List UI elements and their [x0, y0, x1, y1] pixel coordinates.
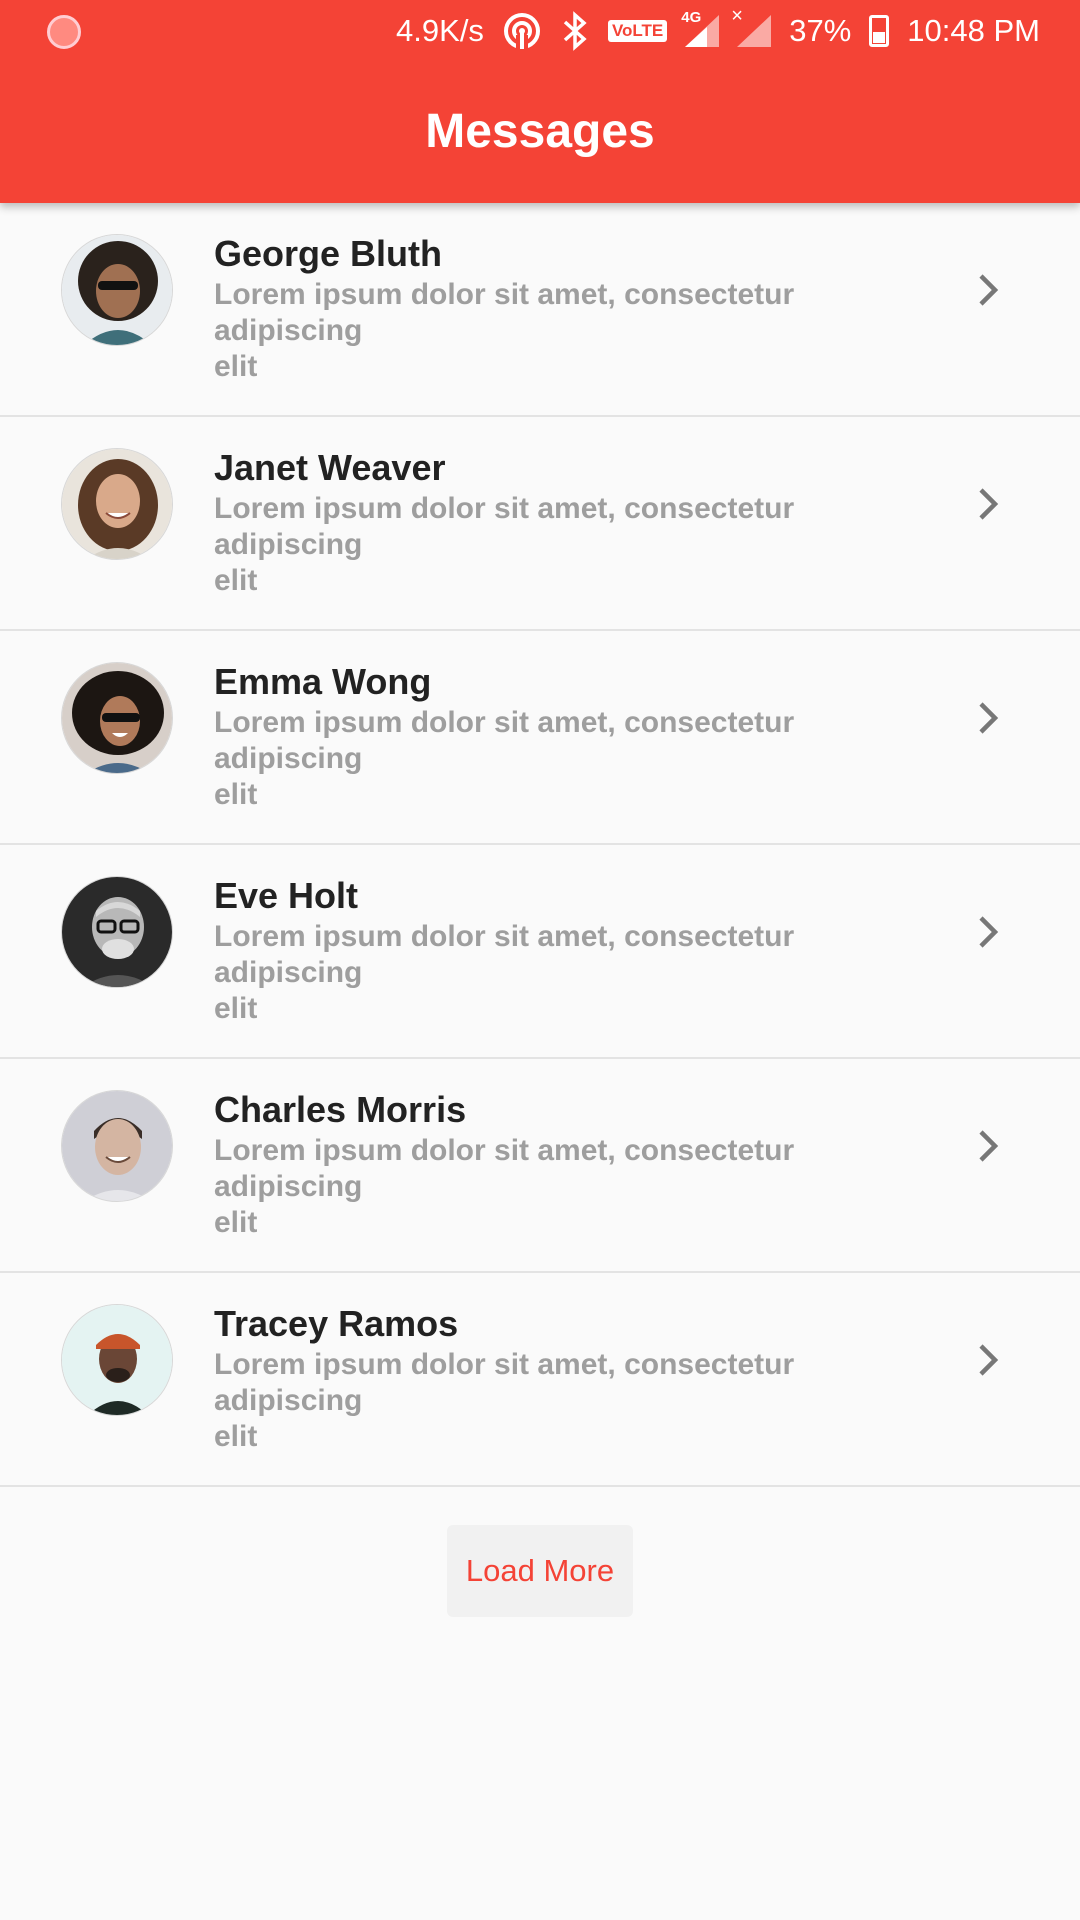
load-more-button[interactable]: Load More [447, 1525, 633, 1617]
message-row[interactable]: Eve Holt Lorem ipsum dolor sit amet, con… [0, 845, 1080, 1059]
preview-line: Lorem ipsum dolor sit amet, consectetur … [214, 278, 795, 347]
message-row[interactable]: George Bluth Lorem ipsum dolor sit amet,… [0, 203, 1080, 417]
message-preview: Lorem ipsum dolor sit amet, consectetur … [214, 1347, 894, 1455]
chevron-right-icon [970, 486, 1006, 522]
header: 4.9K/s VoLTE 4G × 37% 10:48 PM Messages [0, 0, 1080, 203]
preview-line: Lorem ipsum dolor sit amet, consectetur … [214, 920, 795, 989]
message-row[interactable]: Emma Wong Lorem ipsum dolor sit amet, co… [0, 631, 1080, 845]
message-text: Janet Weaver Lorem ipsum dolor sit amet,… [214, 447, 894, 599]
chevron-right-icon [970, 700, 1006, 736]
preview-line: elit [214, 1420, 258, 1453]
sender-name: George Bluth [214, 233, 443, 274]
volte-icon: VoLTE [607, 20, 668, 42]
sender-name: Janet Weaver [214, 447, 446, 488]
avatar [61, 1090, 173, 1202]
preview-line: Lorem ipsum dolor sit amet, consectetur … [214, 706, 795, 775]
preview-line: elit [214, 1206, 258, 1239]
preview-line: Lorem ipsum dolor sit amet, consectetur … [214, 492, 795, 561]
message-row[interactable]: Charles Morris Lorem ipsum dolor sit ame… [0, 1059, 1080, 1273]
message-list: George Bluth Lorem ipsum dolor sit amet,… [0, 203, 1080, 1487]
message-text: Emma Wong Lorem ipsum dolor sit amet, co… [214, 661, 894, 813]
message-row[interactable]: Janet Weaver Lorem ipsum dolor sit amet,… [0, 417, 1080, 631]
chevron-right-icon [970, 914, 1006, 950]
message-text: Tracey Ramos Lorem ipsum dolor sit amet,… [214, 1303, 894, 1455]
notification-icon [47, 15, 81, 49]
preview-line: Lorem ipsum dolor sit amet, consectetur … [214, 1348, 795, 1417]
message-preview: Lorem ipsum dolor sit amet, consectetur … [214, 919, 894, 1027]
chevron-right-icon [970, 1128, 1006, 1164]
status-indicators: 4.9K/s VoLTE 4G × 37% 10:48 PM [396, 0, 1040, 62]
messages-screen: 4.9K/s VoLTE 4G × 37% 10:48 PM Messages … [0, 0, 1080, 1920]
message-text: Eve Holt Lorem ipsum dolor sit amet, con… [214, 875, 894, 1027]
sender-name: Charles Morris [214, 1089, 467, 1130]
bluetooth-icon [560, 11, 590, 51]
message-text: George Bluth Lorem ipsum dolor sit amet,… [214, 233, 894, 385]
page-title: Messages [425, 105, 655, 158]
network-speed: 4.9K/s [396, 13, 484, 48]
preview-line: elit [214, 778, 258, 811]
preview-line: elit [214, 564, 258, 597]
preview-line: elit [214, 992, 258, 1025]
battery-percent: 37% [789, 13, 852, 48]
avatar [61, 1304, 173, 1416]
message-preview: Lorem ipsum dolor sit amet, consectetur … [214, 1133, 894, 1241]
avatar [61, 448, 173, 560]
message-text: Charles Morris Lorem ipsum dolor sit ame… [214, 1089, 894, 1241]
chevron-right-icon [970, 272, 1006, 308]
signal-icon: 4G [681, 9, 720, 47]
avatar [61, 876, 173, 988]
avatar [61, 662, 173, 774]
sender-name: Eve Holt [214, 875, 359, 916]
preview-line: elit [214, 350, 258, 383]
clock: 10:48 PM [907, 13, 1040, 48]
chevron-right-icon [970, 1342, 1006, 1378]
battery-charging-icon [869, 15, 890, 47]
message-preview: Lorem ipsum dolor sit amet, consectetur … [214, 705, 894, 813]
sender-name: Emma Wong [214, 661, 432, 702]
message-preview: Lorem ipsum dolor sit amet, consectetur … [214, 277, 894, 385]
avatar [61, 234, 173, 346]
preview-line: Lorem ipsum dolor sit amet, consectetur … [214, 1134, 795, 1203]
no-signal-icon: × [731, 5, 772, 47]
hotspot-icon [502, 11, 542, 51]
message-preview: Lorem ipsum dolor sit amet, consectetur … [214, 491, 894, 599]
message-row[interactable]: Tracey Ramos Lorem ipsum dolor sit amet,… [0, 1273, 1080, 1487]
status-bar: 4.9K/s VoLTE 4G × 37% 10:48 PM [0, 0, 1080, 62]
sender-name: Tracey Ramos [214, 1303, 459, 1344]
